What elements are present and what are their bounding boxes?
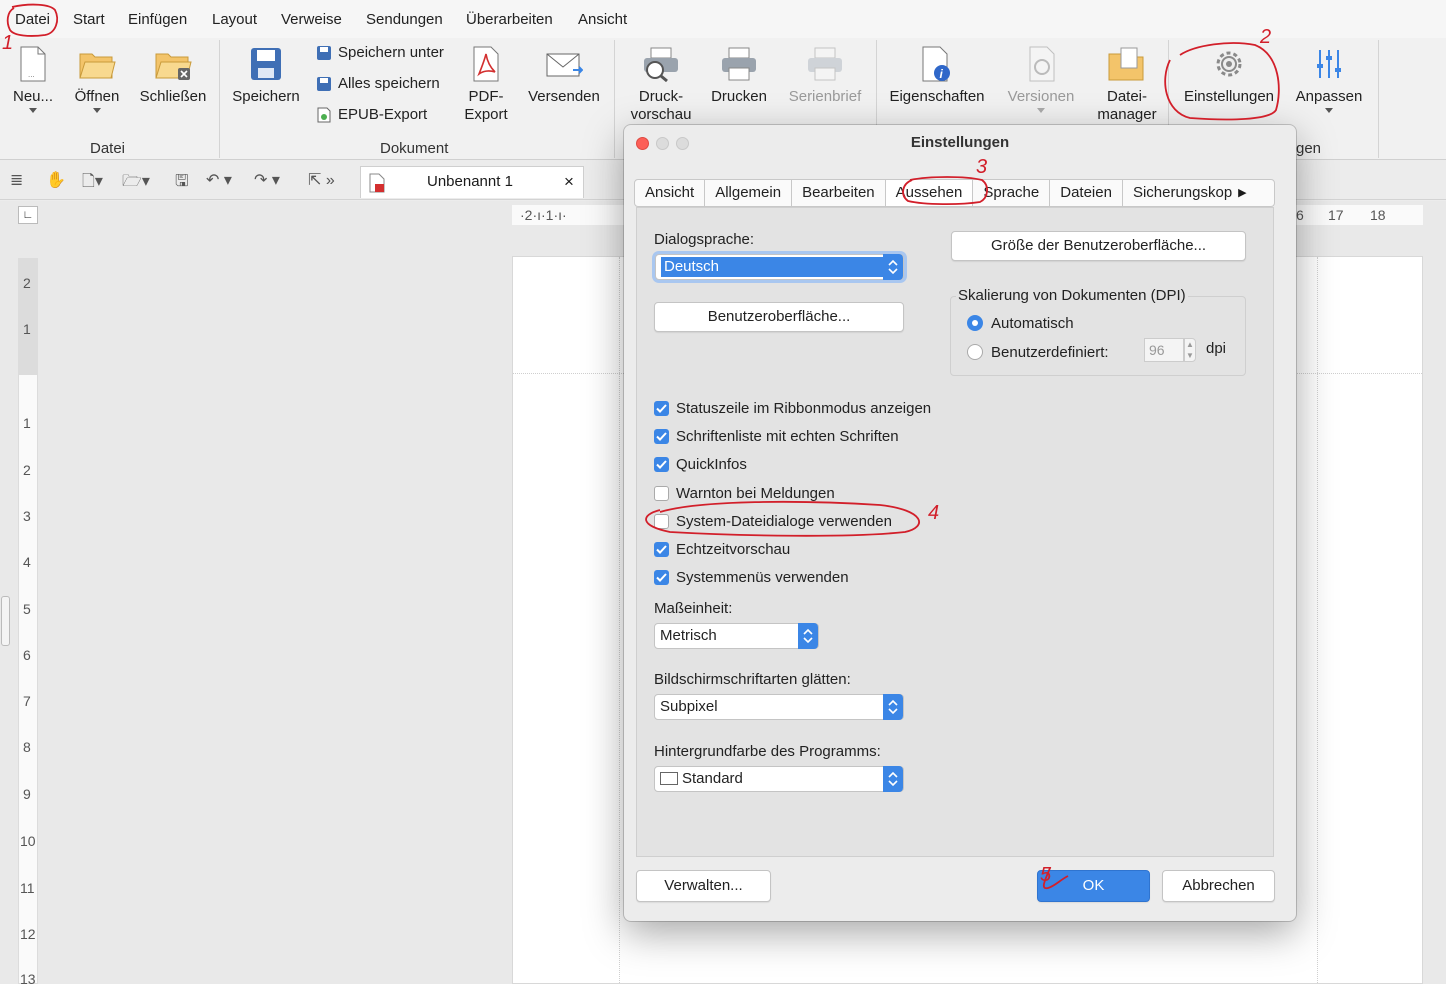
annotation-circle-3 <box>902 176 988 206</box>
annotation-number-4: 4 <box>928 502 940 524</box>
annotation-circle-1 <box>6 3 58 37</box>
annotation-number-1: 1 <box>2 32 14 54</box>
annotation-number-3: 3 <box>976 156 988 178</box>
annotation-number-2: 2 <box>1260 26 1272 48</box>
annotation-overlay <box>6 3 1280 890</box>
annotation-circle-4 <box>645 500 920 537</box>
annotation-circle-2 <box>1164 42 1280 121</box>
annotation-number-5: 5 <box>1040 864 1052 886</box>
